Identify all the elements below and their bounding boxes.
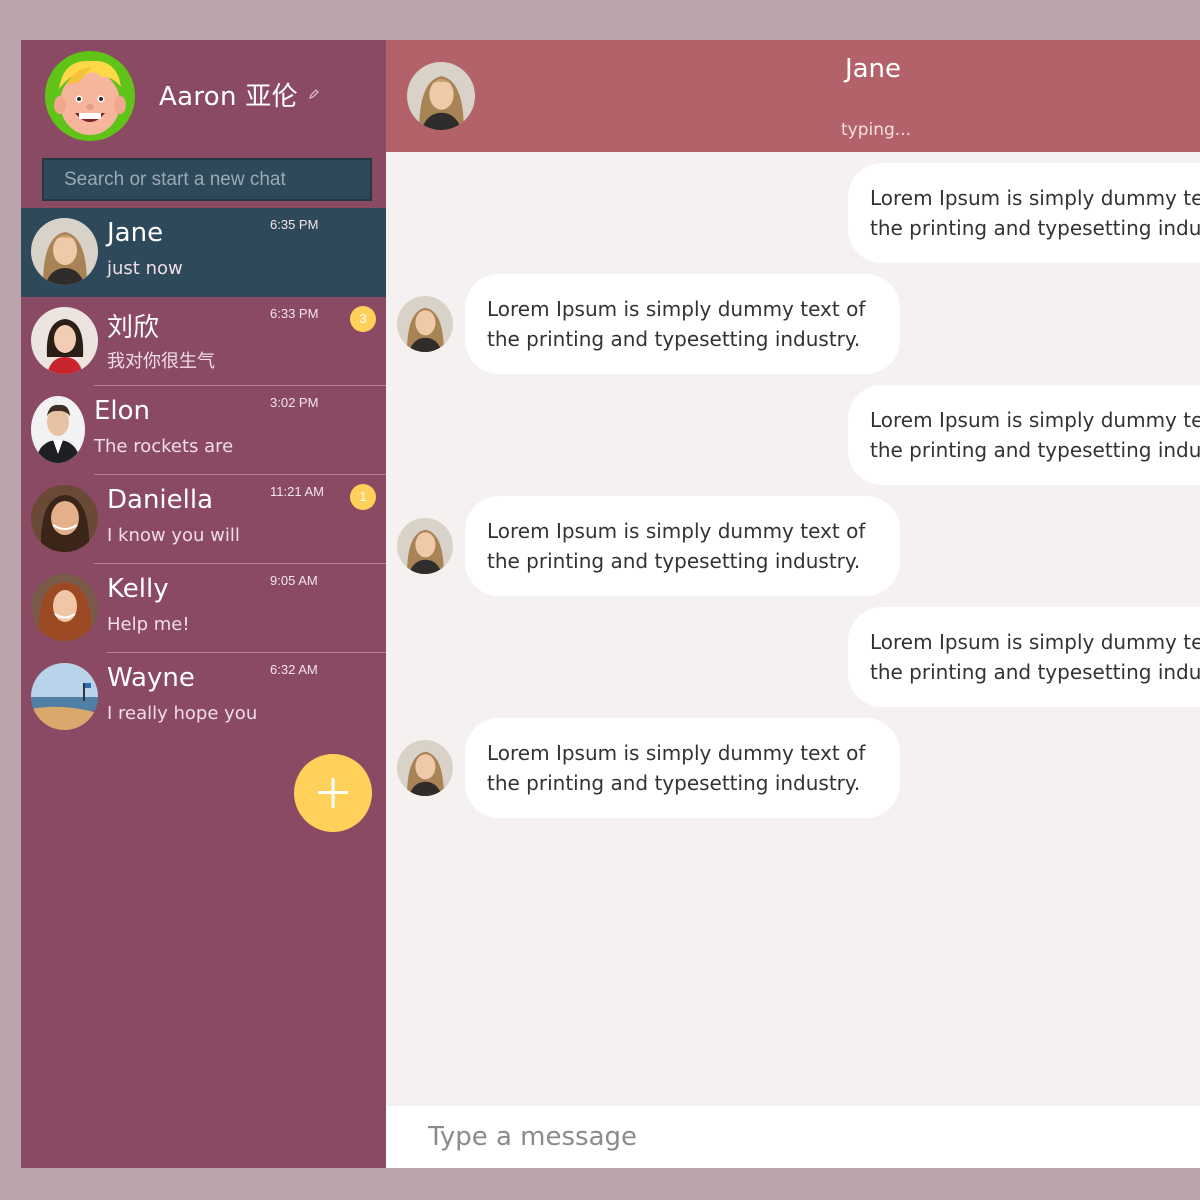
avatar bbox=[397, 740, 453, 796]
message-text: the printing and typesetting industry. bbox=[870, 216, 1200, 240]
avatar bbox=[31, 663, 98, 730]
unread-badge: 1 bbox=[350, 484, 376, 510]
avatar bbox=[397, 296, 453, 352]
message-text: Lorem Ipsum is simply dummy text of bbox=[870, 630, 1200, 654]
conversation-header: Jane typing... bbox=[386, 40, 1200, 152]
woman-photo-icon bbox=[31, 485, 98, 552]
message-outgoing: Lorem Ipsum is simply dummy text of the … bbox=[386, 607, 1200, 707]
chat-item-wayne[interactable]: Wayne I really hope you 6:32 AM bbox=[21, 653, 386, 742]
avatar bbox=[397, 518, 453, 574]
chat-name: 刘欣 bbox=[107, 313, 160, 343]
chat-preview: I really hope you bbox=[107, 703, 258, 724]
message-text: the printing and typesetting industry. bbox=[870, 438, 1200, 462]
plus-icon bbox=[318, 778, 348, 808]
avatar bbox=[31, 307, 98, 374]
sidebar: Aaron 亚伦 Jane just now bbox=[21, 40, 386, 1168]
woman-photo-icon bbox=[31, 307, 98, 374]
typing-status: typing... bbox=[840, 120, 912, 140]
chat-preview: The rockets are bbox=[94, 436, 234, 457]
chat-preview: 我对你很生气 bbox=[107, 351, 215, 372]
message-text: Lorem Ipsum is simply dummy text of bbox=[487, 297, 866, 321]
avatar bbox=[31, 218, 98, 285]
man-photo-icon bbox=[31, 396, 85, 463]
chat-time: 9:05 AM bbox=[270, 573, 318, 588]
profile-name: Aaron 亚伦 bbox=[159, 82, 298, 112]
chat-item-jane[interactable]: Jane just now 6:35 PM bbox=[21, 208, 386, 297]
message-bubble: Lorem Ipsum is simply dummy text of the … bbox=[848, 385, 1200, 485]
chat-preview: Help me! bbox=[107, 614, 190, 635]
message-text: the printing and typesetting industry. bbox=[487, 549, 861, 573]
profile-avatar[interactable] bbox=[45, 51, 135, 141]
chat-name: Elon bbox=[94, 396, 151, 426]
avatar bbox=[31, 485, 98, 552]
chat-preview: I know you will bbox=[107, 525, 240, 546]
message-incoming: Lorem Ipsum is simply dummy text of the … bbox=[386, 274, 1200, 374]
woman-photo-icon bbox=[397, 740, 453, 796]
chat-time: 6:32 AM bbox=[270, 662, 318, 677]
avatar bbox=[31, 396, 85, 463]
search-input[interactable] bbox=[42, 158, 372, 201]
message-bubble: Lorem Ipsum is simply dummy text of the … bbox=[465, 274, 900, 374]
chat-name: Daniella bbox=[107, 485, 214, 515]
conversation-pane: Jane typing... Lorem Ipsum is simply dum… bbox=[386, 40, 1200, 1168]
chat-name: Kelly bbox=[107, 574, 169, 604]
chat-preview: just now bbox=[107, 258, 183, 279]
message-text: Lorem Ipsum is simply dummy text of bbox=[487, 741, 866, 765]
message-text: Lorem Ipsum is simply dummy text of bbox=[487, 519, 866, 543]
message-input[interactable] bbox=[386, 1106, 1200, 1168]
chat-time: 6:33 PM bbox=[270, 306, 319, 321]
chat-name: Jane bbox=[107, 218, 164, 248]
message-incoming: Lorem Ipsum is simply dummy text of the … bbox=[386, 718, 1200, 818]
chat-item-elon[interactable]: Elon The rockets are 3:02 PM bbox=[21, 386, 386, 475]
message-list: Lorem Ipsum is simply dummy text of the … bbox=[386, 152, 1200, 1106]
avatar bbox=[31, 574, 98, 641]
chat-time: 6:35 PM bbox=[270, 217, 319, 232]
unread-badge: 3 bbox=[350, 306, 376, 332]
cartoon-boy-avatar-icon bbox=[45, 51, 135, 141]
woman-photo-icon bbox=[31, 574, 98, 641]
message-bubble: Lorem Ipsum is simply dummy text of the … bbox=[465, 718, 900, 818]
message-text: Lorem Ipsum is simply dummy text of bbox=[870, 408, 1200, 432]
chat-list: Jane just now 6:35 PM 刘欣 我对你很生气 6:33 PM … bbox=[21, 208, 386, 742]
message-text: the printing and typesetting industry. bbox=[870, 660, 1200, 684]
message-bubble: Lorem Ipsum is simply dummy text of the … bbox=[465, 496, 900, 596]
chat-name: Wayne bbox=[107, 663, 195, 693]
message-incoming: Lorem Ipsum is simply dummy text of the … bbox=[386, 496, 1200, 596]
woman-photo-icon bbox=[397, 518, 453, 574]
chat-time: 11:21 AM bbox=[270, 484, 324, 499]
chat-app: Aaron 亚伦 Jane just now bbox=[21, 40, 1200, 1168]
new-chat-button[interactable] bbox=[294, 754, 372, 832]
chat-item-kelly[interactable]: Kelly Help me! 9:05 AM bbox=[21, 564, 386, 653]
message-text: Lorem Ipsum is simply dummy text of bbox=[870, 186, 1200, 210]
message-bubble: Lorem Ipsum is simply dummy text of the … bbox=[848, 163, 1200, 263]
chat-time: 3:02 PM bbox=[270, 395, 319, 410]
woman-photo-icon bbox=[397, 296, 453, 352]
pencil-icon[interactable] bbox=[308, 88, 320, 100]
chat-item-liu-xin[interactable]: 刘欣 我对你很生气 6:33 PM 3 bbox=[21, 297, 386, 386]
chat-item-daniella[interactable]: Daniella I know you will 11:21 AM 1 bbox=[21, 475, 386, 564]
message-outgoing: Lorem Ipsum is simply dummy text of the … bbox=[386, 385, 1200, 485]
composer bbox=[386, 1106, 1200, 1168]
contact-name: Jane bbox=[844, 54, 902, 84]
woman-photo-icon bbox=[31, 218, 98, 285]
profile-header: Aaron 亚伦 bbox=[21, 40, 386, 152]
message-bubble: Lorem Ipsum is simply dummy text of the … bbox=[848, 607, 1200, 707]
message-outgoing: Lorem Ipsum is simply dummy text of the … bbox=[386, 163, 1200, 263]
message-text: the printing and typesetting industry. bbox=[487, 771, 861, 795]
message-text: the printing and typesetting industry. bbox=[487, 327, 861, 351]
beach-photo-icon bbox=[31, 663, 98, 730]
